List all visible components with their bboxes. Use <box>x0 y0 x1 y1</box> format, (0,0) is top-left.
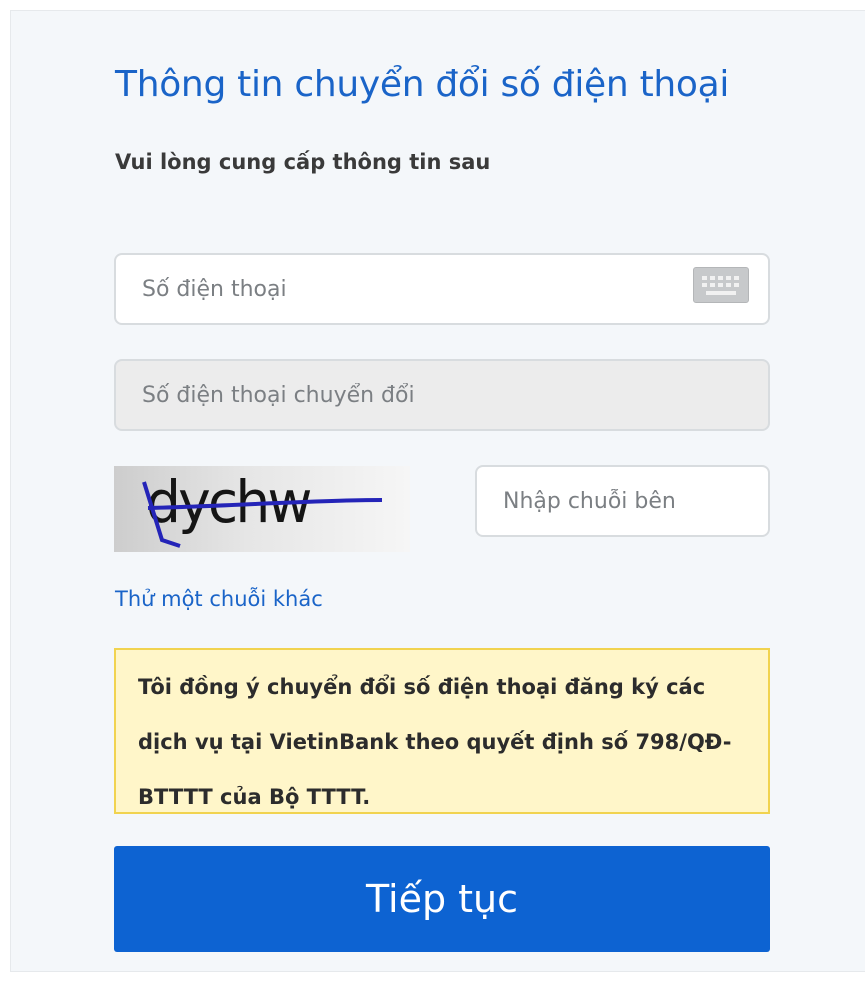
page-title: Thông tin chuyển đổi số điện thoại <box>115 64 730 105</box>
page-subtitle: Vui lòng cung cấp thông tin sau <box>115 150 491 174</box>
continue-button[interactable]: Tiếp tục <box>114 846 770 952</box>
phone-number-input[interactable] <box>114 253 770 325</box>
captcha-image: dychw <box>114 466 410 552</box>
keyboard-icon[interactable] <box>693 267 749 303</box>
converted-phone-number-input <box>114 359 770 431</box>
consent-notice: Tôi đồng ý chuyển đổi số điện thoại đăng… <box>114 648 770 814</box>
refresh-captcha-link[interactable]: Thử một chuỗi khác <box>115 587 323 611</box>
captcha-input[interactable] <box>475 465 770 537</box>
captcha-noise <box>142 481 383 548</box>
